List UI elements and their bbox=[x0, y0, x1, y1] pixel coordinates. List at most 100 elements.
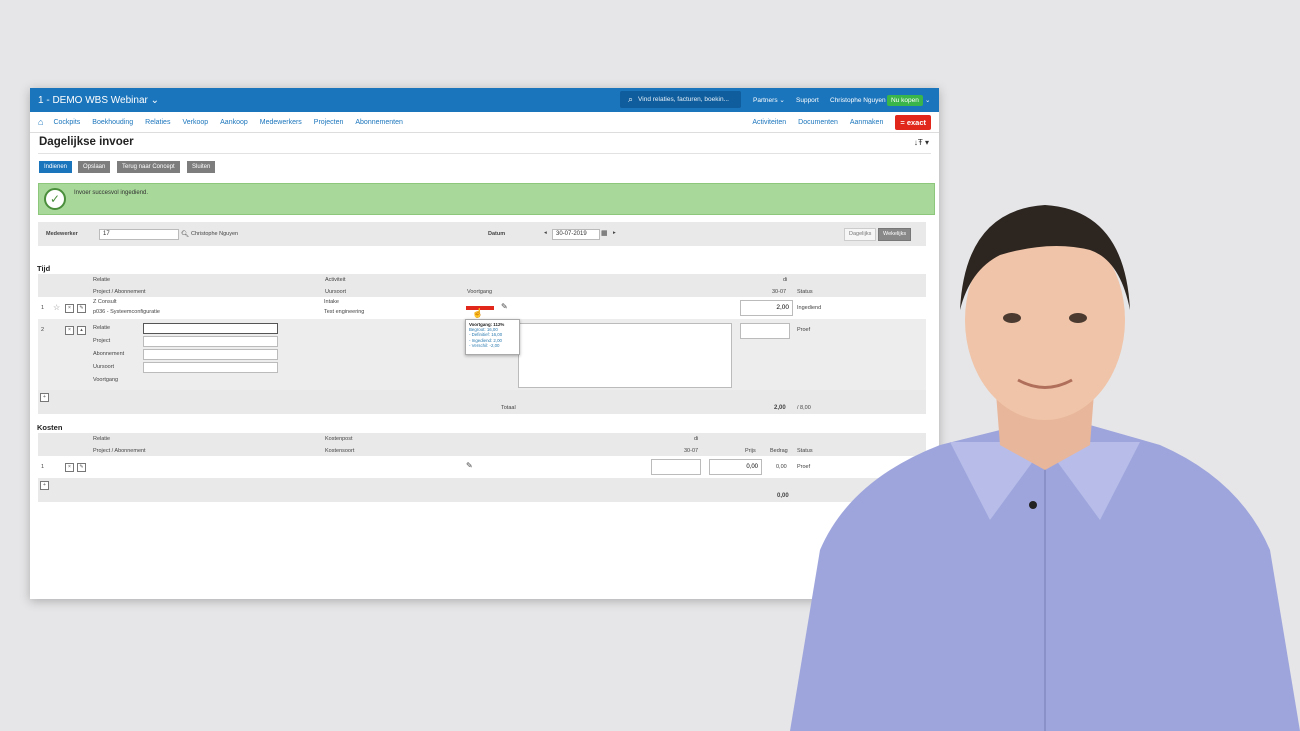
add-row-icon[interactable]: + bbox=[40, 393, 49, 402]
search-placeholder: Vind relaties, facturen, boekin... bbox=[638, 96, 729, 103]
chevron-down-icon: ⌄ bbox=[779, 97, 785, 104]
sort-icon[interactable]: ↓Ŧ ▾ bbox=[914, 138, 929, 147]
col-activiteit: Activiteit bbox=[325, 277, 346, 283]
divider bbox=[38, 153, 931, 154]
employee-label: Medewerker bbox=[46, 231, 78, 237]
back-to-concept-button[interactable]: Terug naar Concept bbox=[117, 161, 180, 173]
col-date: 30-07 bbox=[684, 448, 699, 454]
nav-item-cockpits[interactable]: Cockpits bbox=[53, 119, 80, 126]
nav-item-boekhouding[interactable]: Boekhouding bbox=[92, 119, 133, 126]
edit-icon[interactable]: ✎ bbox=[77, 463, 86, 472]
global-search[interactable]: ⌕ Vind relaties, facturen, boekin... bbox=[620, 91, 741, 108]
nav-item-abonnementen[interactable]: Abonnementen bbox=[355, 119, 402, 126]
row-bedrag: 0,00 bbox=[776, 464, 787, 470]
row-project: p036 - Systeemconfiguratie bbox=[93, 309, 160, 315]
amount-input[interactable] bbox=[651, 459, 701, 475]
checkmark-icon: ✓ bbox=[44, 188, 66, 210]
nav-activiteiten[interactable]: Activiteiten bbox=[752, 119, 786, 126]
totaal-label: Totaal bbox=[501, 405, 516, 411]
delete-icon[interactable]: × bbox=[65, 304, 74, 313]
user-menu[interactable]: Christophe Nguyen bbox=[830, 88, 886, 112]
prev-date-icon[interactable]: ◂ bbox=[544, 230, 547, 236]
delete-icon[interactable]: × bbox=[65, 463, 74, 472]
employee-input[interactable]: 17 bbox=[99, 229, 179, 240]
row-number: 1 bbox=[41, 305, 45, 311]
col-project: Project / Abonnement bbox=[93, 289, 146, 295]
success-message: Invoer succesvol ingediend. bbox=[74, 190, 149, 196]
next-date-icon[interactable]: ▸ bbox=[613, 230, 616, 236]
nav-documenten[interactable]: Documenten bbox=[798, 119, 838, 126]
col-relatie: Relatie bbox=[93, 436, 111, 442]
uursoort-input[interactable] bbox=[143, 362, 278, 373]
lookup-icon[interactable]: 🔍︎ bbox=[181, 230, 189, 238]
presenter-image bbox=[790, 205, 1300, 731]
nav-item-verkoop[interactable]: Verkoop bbox=[182, 119, 208, 126]
note-icon[interactable]: ✎ bbox=[501, 302, 508, 311]
row-uursoort: Test engineering bbox=[324, 309, 365, 315]
date-input[interactable]: 30-07-2019 bbox=[552, 229, 600, 240]
exact-logo[interactable]: = exact bbox=[895, 114, 931, 130]
nav-aanmaken[interactable]: Aanmaken bbox=[850, 119, 883, 126]
hours-input[interactable]: 2,00 bbox=[740, 300, 793, 316]
relatie-input[interactable] bbox=[143, 323, 278, 334]
label-relatie: Relatie bbox=[93, 325, 111, 331]
kosten-total: 0,00 bbox=[777, 493, 789, 499]
col-voortgang: Voortgang bbox=[467, 289, 493, 295]
add-row-icon[interactable]: + bbox=[40, 481, 49, 490]
delete-icon[interactable]: × bbox=[65, 326, 74, 335]
row-relatie: Z Consult bbox=[93, 299, 117, 305]
row-number: 2 bbox=[41, 327, 45, 333]
hours-input[interactable] bbox=[740, 323, 790, 339]
user-name: Christophe Nguyen bbox=[830, 96, 886, 104]
abonnement-input[interactable] bbox=[143, 349, 278, 360]
tooltip-verschil: - Verschil: -2,00 bbox=[469, 342, 500, 348]
label-voortgang: Voortgang bbox=[93, 377, 119, 383]
col-bedrag: Bedrag bbox=[770, 448, 788, 454]
home-icon[interactable]: ⌂ bbox=[38, 117, 43, 127]
price-input[interactable]: 0,00 bbox=[709, 459, 762, 475]
date-label: Datum bbox=[488, 231, 506, 237]
col-day: di bbox=[694, 436, 699, 442]
col-day: di bbox=[783, 277, 788, 283]
chevron-down-icon[interactable]: ⌄ bbox=[925, 88, 930, 112]
main-nav: ⌂ Cockpits Boekhouding Relaties Verkoop … bbox=[30, 112, 939, 133]
cursor-hand-icon: ☝ bbox=[472, 308, 484, 318]
notes-textarea[interactable] bbox=[518, 323, 732, 388]
label-uursoort: Uursoort bbox=[93, 364, 115, 370]
col-kostensoort: Kostensoort bbox=[325, 448, 355, 454]
calendar-icon[interactable]: ▦ bbox=[601, 229, 608, 237]
chevron-down-icon: ⌄ bbox=[150, 94, 160, 106]
save-button[interactable]: Opslaan bbox=[78, 161, 111, 173]
nav-right: Activiteiten Documenten Aanmaken = exact bbox=[752, 112, 939, 132]
row-activiteit: Intake bbox=[324, 299, 339, 305]
collapse-icon[interactable]: ▴ bbox=[77, 326, 86, 335]
support-link[interactable]: Support bbox=[796, 88, 819, 112]
nav-item-medewerkers[interactable]: Medewerkers bbox=[260, 119, 302, 126]
partners-label: Partners bbox=[753, 96, 778, 104]
col-prijs: Prijs bbox=[745, 448, 756, 454]
nav-item-projecten[interactable]: Projecten bbox=[314, 119, 344, 126]
label-abonnement: Abonnement bbox=[93, 351, 125, 357]
nav-item-aankoop[interactable]: Aankoop bbox=[220, 119, 248, 126]
col-project: Project / Abonnement bbox=[93, 448, 146, 454]
support-label: Support bbox=[796, 96, 819, 104]
col-date: 30-07 bbox=[772, 289, 787, 295]
search-icon: ⌕ bbox=[628, 94, 634, 104]
submit-button[interactable]: Indienen bbox=[39, 161, 73, 173]
edit-icon[interactable]: ✎ bbox=[77, 304, 86, 313]
close-button[interactable]: Sluiten bbox=[187, 161, 216, 173]
kosten-heading: Kosten bbox=[37, 423, 63, 432]
totaal-value: 2,00 bbox=[774, 405, 786, 411]
project-input[interactable] bbox=[143, 336, 278, 347]
tijd-heading: Tijd bbox=[37, 264, 51, 273]
employee-name: Christophe Nguyen bbox=[191, 231, 239, 237]
company-selector[interactable]: 1 - DEMO WBS Webinar ⌄ bbox=[38, 95, 159, 106]
exact-logo-text: exact bbox=[906, 117, 926, 127]
partners-menu[interactable]: Partners ⌄ bbox=[753, 88, 785, 112]
col-uursoort: Uursoort bbox=[325, 289, 347, 295]
nav-item-relaties[interactable]: Relaties bbox=[145, 119, 170, 126]
buy-button[interactable]: Nu kopen bbox=[887, 88, 923, 112]
note-icon[interactable]: ✎ bbox=[466, 461, 473, 470]
star-icon[interactable]: ☆ bbox=[53, 303, 60, 312]
buy-label: Nu kopen bbox=[887, 94, 923, 106]
